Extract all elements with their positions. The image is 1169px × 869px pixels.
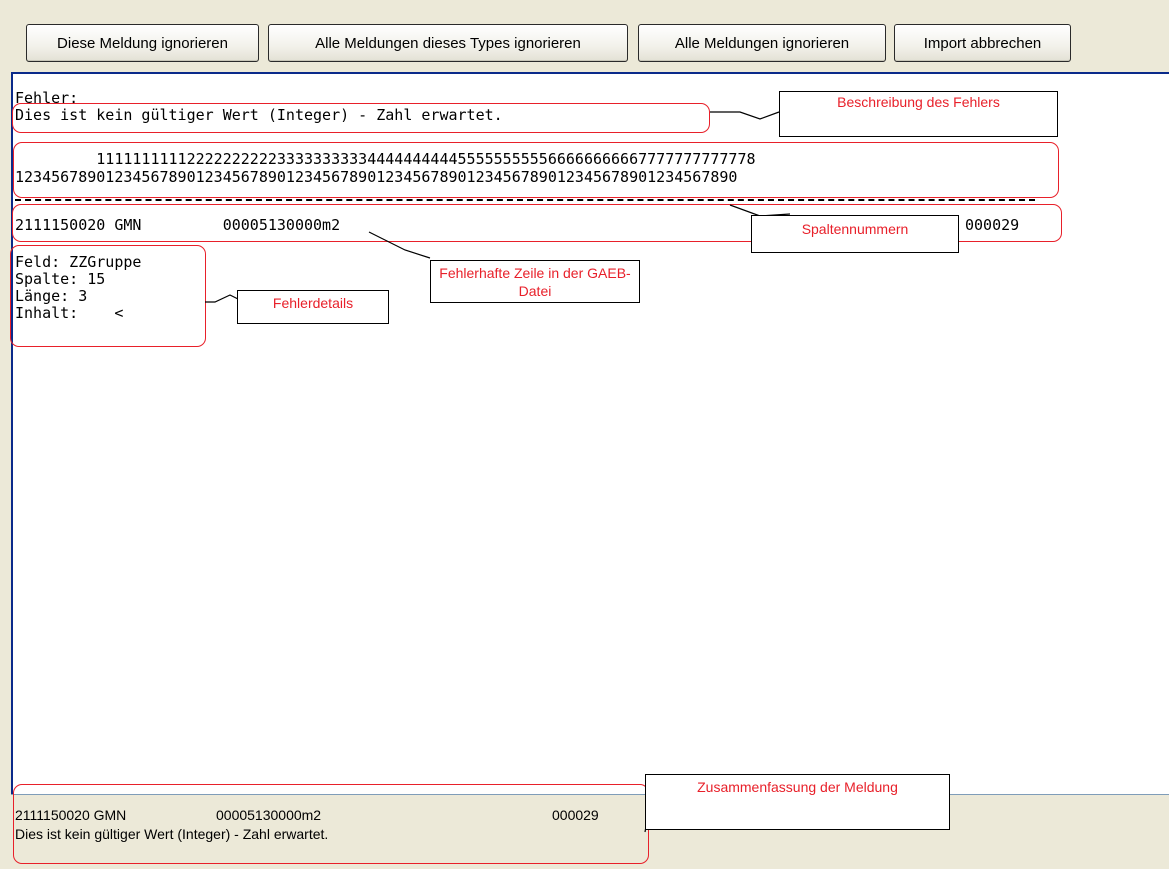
ignore-type-button[interactable]: Alle Meldungen dieses Types ignorieren (268, 24, 628, 62)
callout-details: Fehlerdetails (237, 290, 389, 324)
callout-description: Beschreibung des Fehlers (779, 91, 1058, 137)
ruler-separator (15, 199, 1035, 201)
ignore-all-button[interactable]: Alle Meldungen ignorieren (638, 24, 886, 62)
cancel-import-button[interactable]: Import abbrechen (894, 24, 1071, 62)
summary-highlight (13, 784, 649, 864)
details-highlight (10, 245, 206, 347)
callout-summary: Zusammenfassung der Meldung (645, 774, 950, 830)
toolbar: Diese Meldung ignorieren Alle Meldungen … (0, 0, 1169, 72)
callout-column-numbers: Spaltennummern (751, 215, 959, 253)
ruler-highlight (13, 142, 1059, 198)
callout-faulty-line: Fehlerhafte Zeile in der GAEB-Datei (430, 260, 640, 303)
ignore-message-button[interactable]: Diese Meldung ignorieren (26, 24, 259, 62)
description-highlight (12, 103, 710, 133)
